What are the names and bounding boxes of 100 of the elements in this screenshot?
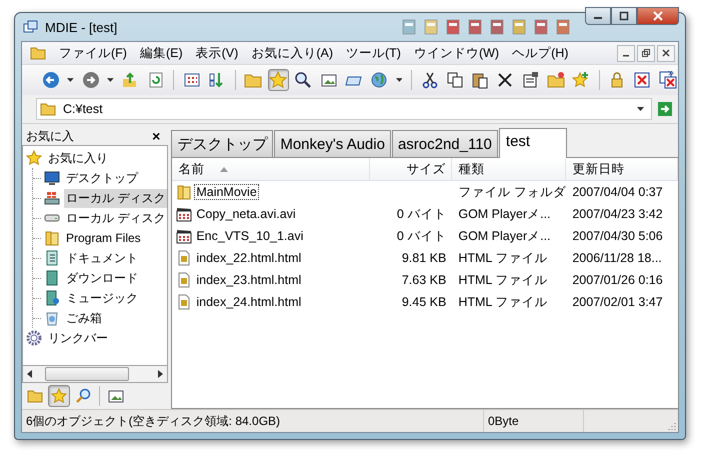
minimize-button[interactable] [617, 44, 635, 62]
close-icon [633, 71, 652, 89]
table-cell: 7.63 KB [402, 273, 446, 287]
address-field[interactable]: C:¥test [36, 98, 652, 120]
folder-icon [40, 101, 56, 117]
table-cell: HTML ファイル [458, 272, 548, 288]
scissors-icon [420, 71, 439, 89]
toolbar-icon[interactable] [467, 19, 483, 35]
tree-item[interactable]: ミュージック [64, 288, 140, 308]
globe-icon [370, 71, 388, 89]
tab[interactable]: test [498, 128, 568, 158]
close-button[interactable] [657, 44, 675, 62]
column-header[interactable]: 種類 [452, 158, 566, 180]
file-name[interactable]: Copy_neta.avi.avi [194, 206, 298, 222]
file-name[interactable]: index_24.html.html [194, 294, 304, 310]
toolbar-icon[interactable] [511, 19, 527, 35]
refresh-icon [146, 71, 165, 89]
minimize-button[interactable] [585, 7, 611, 25]
search-icon [294, 71, 312, 89]
horizontal-scrollbar[interactable] [22, 365, 168, 383]
table-cell: 2007/01/26 0:16 [572, 273, 663, 287]
add-favorite-icon [572, 71, 590, 89]
tree-item[interactable]: ローカル ディスク [64, 208, 168, 228]
table-cell: HTML ファイル [458, 250, 548, 266]
document-icon [44, 250, 60, 266]
table-cell: 2007/02/01 3:47 [572, 295, 663, 309]
column-header[interactable]: 更新日時 [566, 158, 678, 180]
menu-item[interactable]: お気に入り(A) [251, 44, 333, 62]
clapperboard-icon [176, 206, 192, 222]
table-cell: 0 バイト [396, 206, 446, 222]
tree-item[interactable]: Program Files [64, 230, 143, 246]
app-icon [23, 19, 39, 35]
close-button[interactable] [637, 7, 679, 25]
paste-icon [471, 71, 490, 89]
closeall-button[interactable] [656, 69, 678, 91]
toolbar-icon[interactable] [401, 19, 417, 35]
table-cell: HTML ファイル [458, 294, 548, 310]
status-text: 0Byte [484, 410, 584, 432]
dropdown-arrow-icon[interactable] [396, 78, 402, 82]
table-cell: 2007/04/04 0:37 [572, 185, 663, 199]
tab[interactable]: Monkey's Audio [274, 130, 391, 157]
status-text: 6個のオブジェクト(空きディスク領域: 84.0GB) [22, 410, 484, 432]
table-cell: 9.45 KB [402, 295, 446, 309]
star-icon [269, 71, 288, 89]
tab[interactable]: asroc2nd_110 [392, 130, 498, 157]
table-cell: GOM Playerメ... [458, 228, 551, 244]
tree-item[interactable]: お気に入り [46, 148, 110, 168]
file-name[interactable]: index_23.html.html [194, 272, 304, 288]
column-header[interactable]: 名前 [172, 158, 370, 180]
menu-item[interactable]: ファイル(F) [59, 44, 127, 62]
maximize-icon [619, 11, 629, 21]
favorites-button[interactable] [48, 385, 70, 407]
left-arrow-icon[interactable] [27, 370, 32, 378]
menu-item[interactable]: ツール(T) [346, 44, 401, 62]
menu-item[interactable]: 表示(V) [196, 44, 238, 62]
file-name[interactable]: MainMovie [194, 184, 259, 200]
close-icon [662, 49, 670, 57]
table-cell: 2007/04/23 3:42 [572, 207, 663, 221]
document-icon [176, 272, 192, 288]
drive-icon [44, 190, 60, 206]
restore-button[interactable] [637, 44, 655, 62]
table-cell: 0 バイト [396, 228, 446, 244]
tree-item[interactable]: ダウンロード [64, 268, 140, 288]
tree-item[interactable]: ごみ箱 [64, 308, 104, 328]
sort-arrow-icon [220, 166, 228, 172]
table-cell: 9.81 KB [402, 251, 446, 265]
dropdown-arrow-icon[interactable] [67, 78, 74, 82]
star-icon [26, 150, 42, 166]
close-button[interactable]: × [148, 128, 164, 144]
menu-item[interactable]: 編集(E) [140, 44, 183, 62]
column-header[interactable]: サイズ [370, 158, 452, 180]
tree-item[interactable]: ドキュメント [64, 248, 140, 268]
tree-item[interactable]: ローカル ディスク [64, 188, 168, 208]
toolbar-icon[interactable] [489, 19, 505, 35]
back-icon [42, 71, 60, 89]
dropdown-arrow-icon[interactable] [637, 107, 644, 111]
tree-item[interactable]: リンクバー [46, 328, 110, 348]
menu-item[interactable]: ヘルプ(H) [512, 44, 568, 62]
menu-item[interactable]: ウインドウ(W) [414, 44, 500, 62]
properties-icon [522, 71, 540, 89]
toolbar-icon[interactable] [533, 19, 549, 35]
go-button[interactable] [656, 100, 674, 118]
folder-icon [30, 45, 46, 61]
back-button[interactable] [40, 69, 62, 91]
clapperboard-icon [176, 228, 192, 244]
tree-item[interactable]: デスクトップ [64, 168, 140, 188]
right-arrow-icon[interactable] [158, 370, 164, 378]
file-name[interactable]: index_22.html.html [194, 250, 304, 266]
dropdown-arrow-icon[interactable] [107, 78, 114, 82]
maximize-button[interactable] [611, 7, 637, 25]
folder-icon [176, 184, 192, 200]
toolbar-icon[interactable] [555, 19, 571, 35]
delete-icon [496, 71, 514, 89]
star-button[interactable] [268, 69, 289, 91]
window-title: MDIE - [test] [45, 20, 118, 34]
monitor-icon [44, 170, 60, 186]
tab[interactable]: デスクトップ [171, 130, 274, 157]
resize-grip-icon[interactable] [668, 422, 676, 430]
file-name[interactable]: Enc_VTS_10_1.avi [194, 228, 306, 244]
toolbar-icon[interactable] [445, 19, 461, 35]
